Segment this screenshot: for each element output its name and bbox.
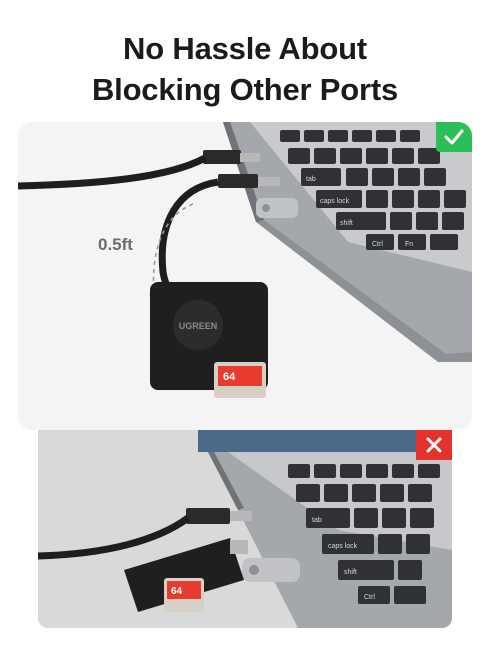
top-sd-card-label: 64	[223, 371, 236, 383]
bottom-key-ctrl: Ctrl	[364, 594, 375, 601]
check-icon	[444, 129, 464, 145]
bottom-product-photo: tab caps lock shift Ctrl 64	[38, 430, 452, 628]
top-product-photo: tab caps lock shift Ctrl Fn UGREEN 64 0.…	[18, 122, 472, 430]
headline-line-2: Blocking Other Ports	[91, 72, 399, 107]
key-ctrl: Ctrl	[372, 241, 383, 248]
headline: No Hassle About Blocking Other Ports	[0, 28, 490, 110]
bottom-scene-illustration: tab caps lock shift Ctrl 64	[38, 430, 452, 628]
top-scene-illustration: tab caps lock shift Ctrl Fn UGREEN 64	[18, 122, 472, 398]
bottom-key-caps-lock: caps lock	[328, 543, 358, 550]
headline-line-1: No Hassle About	[123, 31, 367, 66]
distance-label: 0.5ft	[98, 235, 133, 254]
bottom-key-shift: shift	[344, 569, 357, 576]
bottom-sd-card-label: 64	[171, 586, 183, 597]
top-reader-logo: UGREEN	[179, 321, 218, 331]
key-shift: shift	[340, 220, 353, 227]
bottom-key-tab: tab	[312, 517, 322, 524]
check-badge	[436, 122, 472, 152]
cross-badge	[416, 430, 452, 460]
cross-icon	[426, 437, 442, 453]
key-tab: tab	[306, 176, 316, 183]
key-fn: Fn	[405, 241, 413, 248]
key-caps-lock: caps lock	[320, 198, 350, 205]
